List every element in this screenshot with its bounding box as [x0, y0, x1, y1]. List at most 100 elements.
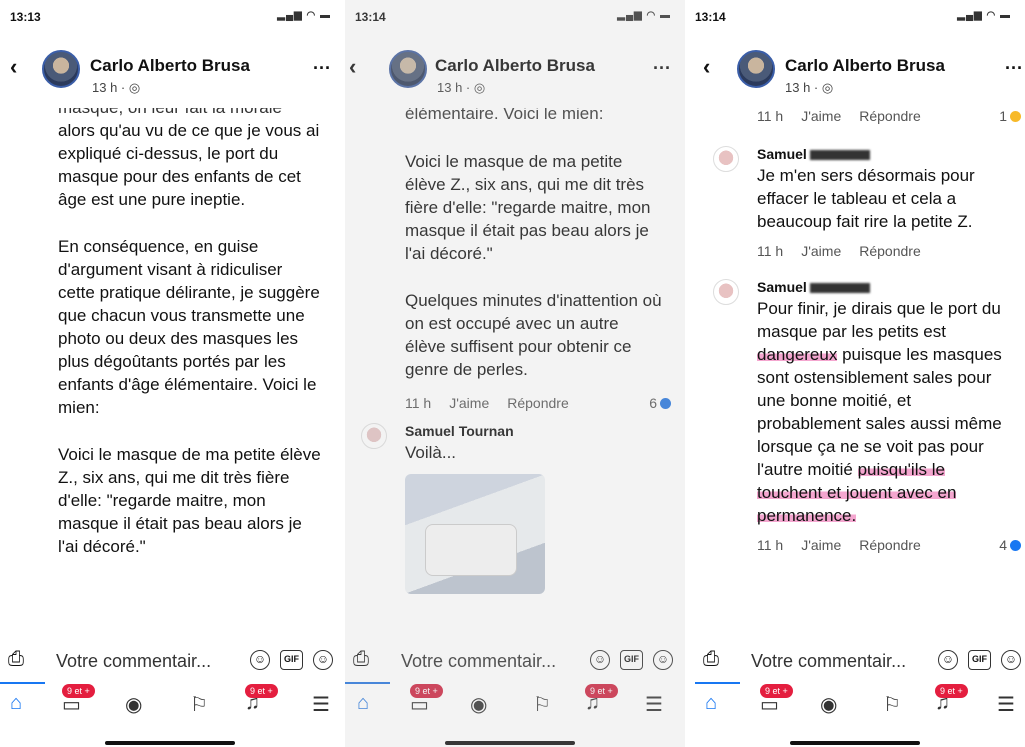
flag-icon[interactable]: ⚐	[190, 692, 208, 717]
post-time: 13 h · ◎	[92, 80, 140, 96]
status-bar: 13:13 ▂▄▆ ◠ ▬	[0, 8, 345, 28]
commenter-avatar[interactable]	[713, 279, 739, 305]
commenter-name[interactable]: Samuel	[757, 279, 1013, 295]
comment-text: Voilà...	[405, 443, 457, 462]
meta-time: 11 h	[405, 395, 432, 411]
avatar[interactable]	[42, 50, 80, 88]
avatar[interactable]	[389, 50, 427, 88]
badge: 9 et +	[62, 684, 95, 698]
commenter-avatar[interactable]	[361, 423, 387, 449]
groups-icon[interactable]: ◉	[470, 692, 487, 717]
emoji-icon[interactable]: ☺	[653, 650, 673, 670]
camera-icon[interactable]: ⎙	[8, 648, 24, 671]
author-name[interactable]: Carlo Alberto Brusa	[90, 56, 250, 76]
reply-link[interactable]: Répondre	[507, 395, 569, 411]
commenter-name[interactable]: Samuel	[757, 146, 1013, 162]
badge: 9 et +	[935, 684, 968, 698]
tab-bar: ⌂ ▭ 9 et + ◉ ⚐ ♫ 9 et + ☰	[685, 684, 1025, 718]
comment-bar: ⎙ Votre commentair... ☺ GIF ☺	[685, 644, 1025, 678]
reaction-count-value: 1	[999, 108, 1007, 124]
emoji-icon[interactable]: ☺	[313, 650, 333, 670]
camera-icon[interactable]: ⎙	[353, 648, 369, 671]
comment-input[interactable]: Votre commentair...	[751, 651, 906, 672]
author-name[interactable]: Carlo Alberto Brusa	[785, 56, 945, 76]
video-icon[interactable]: ▭ 9 et +	[62, 684, 95, 717]
reply-link[interactable]: Répondre	[859, 243, 921, 259]
like-link[interactable]: J'aime	[801, 108, 841, 124]
comment-input[interactable]: Votre commentair...	[56, 651, 211, 672]
redacted-name	[809, 283, 870, 294]
signal-icon: ▂▄▆ ◠ ▬	[277, 10, 331, 21]
reply-link[interactable]: Répondre	[859, 537, 921, 553]
comment-input[interactable]: Votre commentair...	[401, 651, 556, 672]
reaction-count[interactable]: 6	[649, 395, 671, 411]
more-options-icon[interactable]: ···	[1005, 58, 1023, 79]
comment-photo[interactable]	[405, 474, 545, 594]
notifications-icon[interactable]: ♫ 9 et +	[245, 684, 278, 715]
home-icon[interactable]: ⌂	[10, 692, 22, 715]
commenter-avatar[interactable]	[713, 146, 739, 172]
menu-icon[interactable]: ☰	[645, 692, 663, 717]
globe-icon: ◎	[821, 80, 834, 95]
haha-reaction-icon	[1010, 110, 1021, 122]
more-options-icon[interactable]: ···	[653, 58, 671, 79]
badge: 9 et +	[585, 684, 618, 698]
sticker-icon[interactable]: ☺	[590, 650, 610, 670]
more-options-icon[interactable]: ···	[313, 58, 331, 79]
groups-icon[interactable]: ◉	[820, 692, 837, 717]
status-bar: 13:14 ▂▄▆ ◠ ▬	[685, 8, 1025, 28]
home-icon[interactable]: ⌂	[357, 692, 369, 715]
post-paragraph: Voici le masque de ma petite élève Z., s…	[405, 152, 651, 263]
like-link[interactable]: J'aime	[449, 395, 489, 411]
video-icon[interactable]: ▭ 9 et +	[760, 684, 793, 717]
post-time-text: 13 h ·	[437, 80, 474, 95]
emoji-icon[interactable]: ☺	[1001, 650, 1021, 670]
back-icon[interactable]: ‹	[703, 54, 710, 80]
comment-tools: ☺ GIF ☺	[938, 650, 1021, 670]
globe-icon: ◎	[128, 80, 141, 95]
menu-icon[interactable]: ☰	[997, 692, 1015, 717]
comment-text: Je m'en sers désormais pour effacer le t…	[757, 166, 975, 231]
comment-tools: ☺ GIF ☺	[590, 650, 673, 670]
reaction-count-value: 4	[999, 537, 1007, 553]
camera-icon[interactable]: ⎙	[703, 648, 719, 671]
badge: 9 et +	[760, 684, 793, 698]
flag-icon[interactable]: ⚐	[533, 692, 551, 717]
gif-icon[interactable]: GIF	[280, 650, 303, 670]
reaction-count[interactable]: 1	[999, 108, 1021, 124]
post-paragraph: En conséquence, en guise d'argument visa…	[58, 237, 320, 417]
status-time: 13:13	[10, 10, 41, 24]
post-body: 11 h J'aime Répondre 1 Samuel Je m'en se…	[685, 108, 1025, 637]
reaction-count[interactable]: 4	[999, 537, 1021, 553]
video-icon[interactable]: ▭ 9 et +	[410, 684, 443, 717]
screenshot-panel-2: 13:14 ▂▄▆ ◠ ▬ ‹ Carlo Alberto Brusa 13 h…	[345, 0, 685, 747]
back-icon[interactable]: ‹	[10, 54, 17, 80]
sticker-icon[interactable]: ☺	[938, 650, 958, 670]
post-paragraph: Voici le masque de ma petite élève Z., s…	[58, 445, 321, 556]
home-icon[interactable]: ⌂	[705, 692, 717, 715]
notifications-icon[interactable]: ♫ 9 et +	[935, 684, 968, 715]
sticker-icon[interactable]: ☺	[250, 650, 270, 670]
comment-actions: 11 h J'aime Répondre 4	[757, 537, 1025, 553]
comment-text-part: Pour finir, je dirais que le port du mas…	[757, 299, 1001, 341]
gif-icon[interactable]: GIF	[968, 650, 991, 670]
flag-icon[interactable]: ⚐	[883, 692, 901, 717]
post-header: ‹ Carlo Alberto Brusa 13 h · ◎ ···	[345, 44, 685, 104]
post-actions: 11 h J'aime Répondre 6	[405, 395, 685, 411]
status-time: 13:14	[355, 10, 386, 24]
avatar[interactable]	[737, 50, 775, 88]
reply-link[interactable]: Répondre	[859, 108, 921, 124]
comment-text: Pour finir, je dirais que le port du mas…	[757, 297, 1013, 527]
menu-icon[interactable]: ☰	[312, 692, 330, 717]
meta-time: 11 h	[757, 537, 784, 553]
gif-icon[interactable]: GIF	[620, 650, 643, 670]
comment-bar: ⎙ Votre commentair... ☺ GIF ☺	[345, 644, 685, 678]
notifications-icon[interactable]: ♫ 9 et +	[585, 684, 618, 715]
comment-tools: ☺ GIF ☺	[250, 650, 333, 670]
back-icon[interactable]: ‹	[349, 54, 356, 80]
like-link[interactable]: J'aime	[801, 537, 841, 553]
commenter-name[interactable]: Samuel Tournan	[405, 423, 673, 439]
groups-icon[interactable]: ◉	[125, 692, 142, 717]
author-name[interactable]: Carlo Alberto Brusa	[435, 56, 595, 76]
like-link[interactable]: J'aime	[801, 243, 841, 259]
